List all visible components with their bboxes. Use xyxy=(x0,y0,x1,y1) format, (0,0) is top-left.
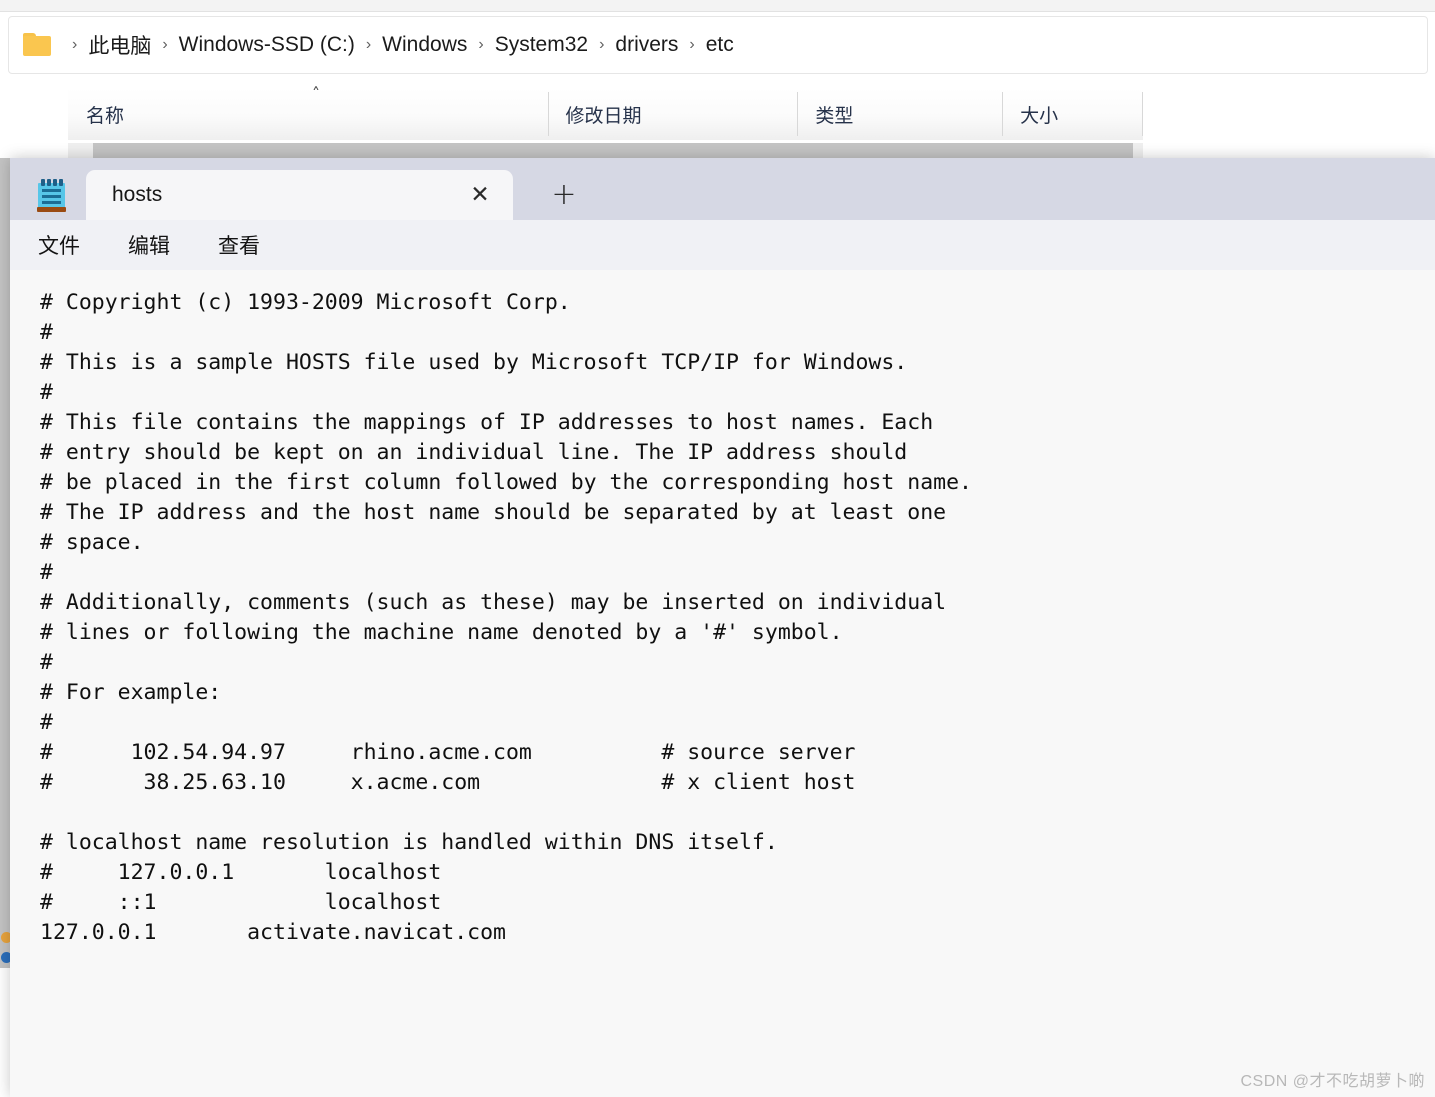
breadcrumb-item-drive-c[interactable]: Windows-SSD (C:) xyxy=(177,31,357,59)
breadcrumb-separator: › xyxy=(162,36,168,53)
breadcrumb-item-drivers[interactable]: drivers xyxy=(613,31,680,59)
menu-item-file[interactable]: 文件 xyxy=(36,227,82,263)
notepad-icon xyxy=(36,179,67,212)
breadcrumb-separator: › xyxy=(72,36,78,53)
notepad-window: hosts ✕ + 文件 编辑 查看 # Copyright (c) 1993-… xyxy=(10,158,1435,1097)
column-header-date-modified[interactable]: 修改日期 xyxy=(547,88,798,140)
explorer-top-strip xyxy=(0,0,1435,12)
notepad-title-bar[interactable]: hosts ✕ + xyxy=(10,158,1435,220)
close-icon[interactable]: ✕ xyxy=(463,180,497,210)
column-header-name[interactable]: 名称 xyxy=(68,88,548,140)
column-header-size-label: 大小 xyxy=(1020,105,1059,127)
tab-hosts[interactable]: hosts ✕ xyxy=(86,170,513,220)
breadcrumb-item-this-pc[interactable]: 此电脑 xyxy=(86,28,153,62)
breadcrumb-item-system32[interactable]: System32 xyxy=(493,31,590,59)
new-tab-button[interactable]: + xyxy=(533,172,595,218)
menu-item-view[interactable]: 查看 xyxy=(216,227,262,263)
column-header-type-label: 类型 xyxy=(815,105,854,127)
watermark: CSDN @才不吃胡萝卜啲 xyxy=(1240,1073,1425,1090)
explorer-horizontal-scrollbar[interactable] xyxy=(68,143,1143,158)
column-header-type[interactable]: 类型 xyxy=(797,88,1002,140)
hosts-file-content[interactable]: # Copyright (c) 1993-2009 Microsoft Corp… xyxy=(40,288,1435,948)
column-header-date-label: 修改日期 xyxy=(565,105,642,127)
screen-root: › 此电脑 › Windows-SSD (C:) › Windows › Sys… xyxy=(0,0,1435,1097)
breadcrumb-item-windows[interactable]: Windows xyxy=(380,31,469,59)
folder-icon xyxy=(23,33,53,57)
column-header-divider xyxy=(1142,92,1143,136)
breadcrumb-separator: › xyxy=(478,36,484,53)
column-header-name-label: 名称 xyxy=(86,105,125,127)
column-header-size[interactable]: 大小 xyxy=(1002,88,1142,140)
menu-item-edit[interactable]: 编辑 xyxy=(126,227,172,263)
breadcrumb-item-etc[interactable]: etc xyxy=(704,31,736,59)
explorer-horizontal-scrollbar-thumb[interactable] xyxy=(93,143,1133,158)
breadcrumb-separator: › xyxy=(689,36,695,53)
breadcrumb-separator: › xyxy=(365,36,372,53)
sort-ascending-icon: ˄ xyxy=(312,84,320,103)
tab-hosts-label: hosts xyxy=(112,183,163,206)
notepad-text-area[interactable]: # Copyright (c) 1993-2009 Microsoft Corp… xyxy=(10,270,1435,1097)
address-bar[interactable]: › 此电脑 › Windows-SSD (C:) › Windows › Sys… xyxy=(8,16,1428,74)
notepad-menu-bar: 文件 编辑 查看 xyxy=(10,220,1435,270)
breadcrumb-separator: › xyxy=(599,36,605,53)
file-list-column-headers: 名称 修改日期 类型 大小 xyxy=(68,88,1143,140)
